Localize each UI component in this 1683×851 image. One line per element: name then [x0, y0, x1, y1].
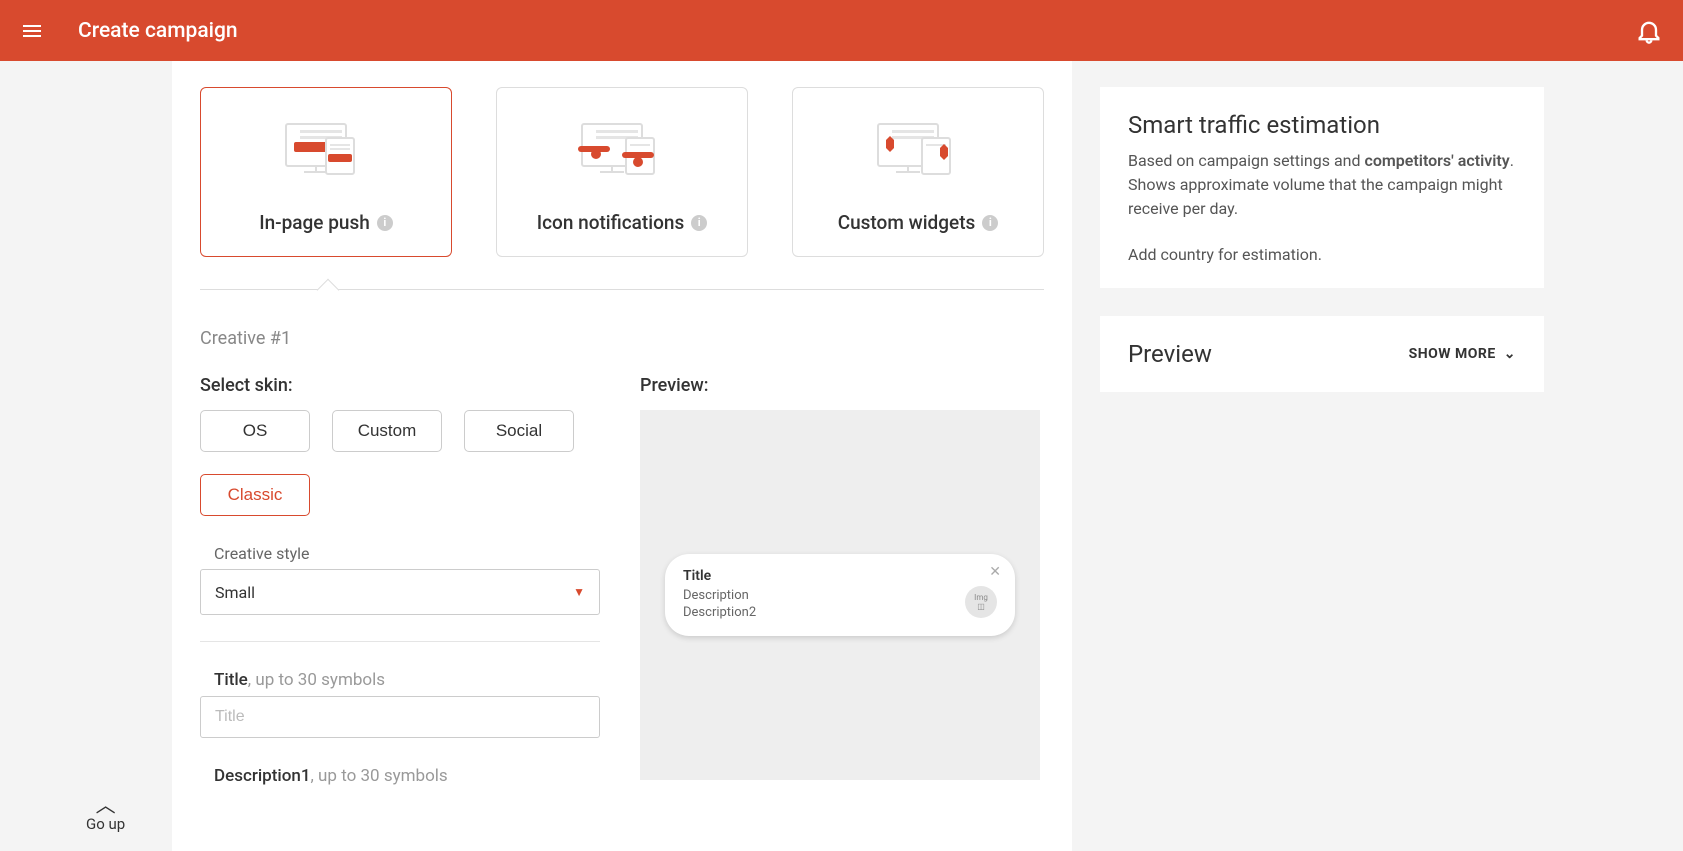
traffic-estimation-text: Based on campaign settings and competito…	[1128, 149, 1516, 221]
title-input[interactable]	[200, 696, 600, 738]
close-icon[interactable]: ✕	[989, 564, 1001, 580]
page-title: Create campaign	[78, 19, 238, 43]
custom-widgets-icon	[793, 88, 1043, 211]
preview-notif-desc1: Description	[683, 588, 955, 605]
form-left-column: Select skin: OS Custom Social Classic Cr…	[200, 375, 600, 792]
go-up-label: Go up	[86, 815, 125, 833]
preview-texts: Title Description Description2	[683, 568, 955, 622]
go-up-button[interactable]: ︿ Go up	[86, 795, 125, 833]
form-columns: Select skin: OS Custom Social Classic Cr…	[200, 375, 1044, 792]
chevron-down-icon: ⌄	[1504, 346, 1516, 362]
title-field-block: Title, up to 30 symbols	[200, 670, 600, 738]
info-icon[interactable]: i	[982, 215, 998, 231]
preview-label: Preview:	[640, 375, 1044, 396]
title-field-label: Title, up to 30 symbols	[200, 670, 600, 690]
skin-btn-custom[interactable]: Custom	[332, 410, 442, 452]
tab-inpage-push[interactable]: In-page push i	[200, 87, 452, 257]
creative-style-value: Small	[215, 583, 255, 602]
inpage-push-icon	[201, 88, 451, 211]
sidebar-preview-title: Preview	[1128, 340, 1212, 368]
show-more-button[interactable]: SHOW MORE ⌄	[1409, 346, 1516, 362]
tab-arrow-indicator	[317, 279, 340, 302]
bell-icon[interactable]	[1635, 17, 1663, 45]
desc1-field-label: Description1, up to 30 symbols	[200, 766, 600, 786]
app-header: Create campaign	[0, 0, 1683, 61]
tab-icon-notifications[interactable]: Icon notifications i	[496, 87, 748, 257]
info-icon[interactable]: i	[377, 215, 393, 231]
hamburger-icon[interactable]	[20, 19, 44, 43]
tab-label: Custom widgets	[838, 211, 976, 234]
preview-card: Preview SHOW MORE ⌄	[1100, 316, 1544, 392]
tab-label: In-page push	[259, 211, 370, 234]
desc1-field-block: Description1, up to 30 symbols	[200, 766, 600, 786]
tab-custom-widgets[interactable]: Custom widgets i	[792, 87, 1044, 257]
creative-style-label: Creative style	[200, 544, 600, 563]
skin-btn-classic[interactable]: Classic	[200, 474, 310, 516]
content-area: In-page push i	[0, 61, 1683, 851]
skin-btn-os[interactable]: OS	[200, 410, 310, 452]
traffic-estimation-card: Smart traffic estimation Based on campai…	[1100, 87, 1544, 288]
select-skin-label: Select skin:	[200, 375, 600, 396]
image-placeholder-icon: Img ◫	[965, 586, 997, 618]
desc1-label-weak: , up to 30 symbols	[311, 766, 448, 786]
creative-heading: Creative #1	[200, 328, 1044, 349]
title-label-weak: , up to 30 symbols	[248, 670, 385, 690]
tab-divider	[200, 289, 1044, 290]
right-sidebar: Smart traffic estimation Based on campai…	[1100, 61, 1544, 851]
caret-down-icon: ▼	[573, 585, 585, 599]
desc1-label-strong: Description1	[214, 766, 311, 786]
preview-column: Preview: ✕ Title Description Description…	[640, 375, 1044, 792]
skin-btn-social[interactable]: Social	[464, 410, 574, 452]
traffic-estimation-title: Smart traffic estimation	[1128, 111, 1516, 139]
skin-button-group: OS Custom Social Classic	[200, 410, 600, 516]
show-more-label: SHOW MORE	[1409, 346, 1496, 362]
creative-style-select[interactable]: Small ▼	[200, 569, 600, 615]
traffic-estimation-hint: Add country for estimation.	[1128, 245, 1516, 264]
preview-notif-title: Title	[683, 568, 955, 584]
info-icon[interactable]: i	[691, 215, 707, 231]
preview-box: ✕ Title Description Description2 Img ◫	[640, 410, 1040, 780]
chevron-up-icon: ︿	[96, 795, 116, 815]
preview-notification: ✕ Title Description Description2 Img ◫	[665, 554, 1015, 636]
creative-style-field: Creative style Small ▼	[200, 544, 600, 615]
tab-label: Icon notifications	[537, 211, 684, 234]
ad-type-tabs: In-page push i	[200, 87, 1044, 257]
icon-notifications-icon	[497, 88, 747, 211]
main-panel: In-page push i	[172, 61, 1072, 851]
title-label-strong: Title	[214, 670, 248, 690]
preview-notif-desc2: Description2	[683, 605, 955, 622]
divider	[200, 641, 600, 642]
